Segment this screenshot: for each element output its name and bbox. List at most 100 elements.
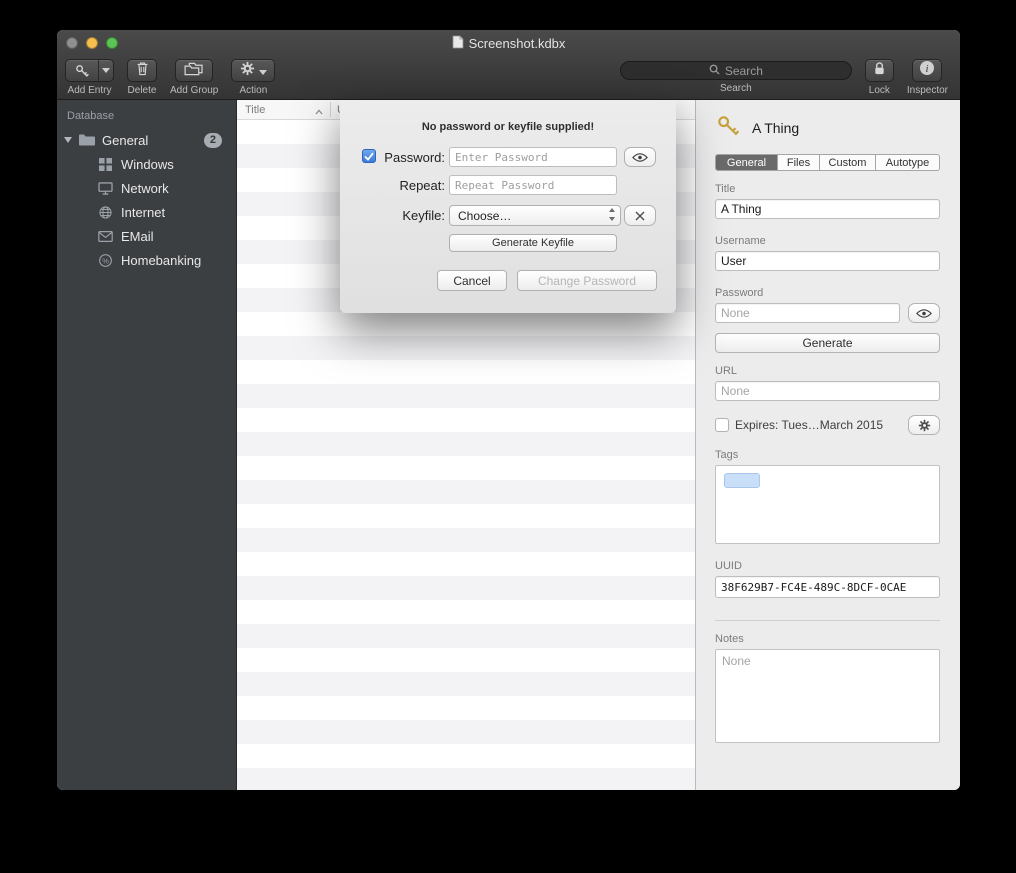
inspector-button[interactable]: i	[912, 59, 942, 82]
add-entry-label: Add Entry	[68, 85, 112, 96]
uuid-label: UUID	[715, 560, 940, 572]
gear-icon	[918, 419, 931, 432]
cancel-button[interactable]: Cancel	[437, 270, 507, 291]
notes-field[interactable]	[715, 649, 940, 743]
eye-icon	[916, 309, 932, 318]
search-input[interactable]: Search	[620, 61, 852, 80]
sidebar: Database General 2 Windows Network	[57, 100, 237, 790]
minimize-button[interactable]	[86, 37, 98, 49]
eye-icon	[632, 153, 648, 162]
sidebar-item-email[interactable]: EMail	[57, 224, 236, 248]
username-field[interactable]	[715, 251, 940, 271]
url-field[interactable]	[715, 381, 940, 401]
tags-label: Tags	[715, 449, 940, 461]
sidebar-item-label: Internet	[121, 205, 165, 220]
search-placeholder: Search	[725, 64, 763, 78]
folders-icon	[184, 61, 205, 81]
check-icon	[364, 152, 374, 161]
chevron-down-icon	[102, 68, 110, 73]
lock-label: Lock	[869, 85, 890, 96]
title-label: Title	[715, 183, 940, 195]
expires-settings-button[interactable]	[908, 415, 940, 435]
sheet-reveal-password-button[interactable]	[624, 147, 656, 167]
tab-autotype[interactable]: Autotype	[876, 155, 939, 170]
lock-icon	[873, 61, 886, 81]
internet-icon	[97, 205, 114, 220]
svg-text:%: %	[102, 256, 109, 265]
delete-button[interactable]	[127, 59, 157, 82]
close-button[interactable]	[66, 37, 78, 49]
clear-keyfile-button[interactable]	[624, 205, 656, 226]
toolbar-item-action: Action	[231, 59, 275, 96]
inspector-tabs: General Files Custom Autotype	[715, 154, 940, 171]
toolbar-item-lock: Lock	[865, 59, 894, 96]
password-field[interactable]	[715, 303, 900, 323]
toolbar-item-add-entry: Add Entry	[65, 59, 114, 96]
tags-field[interactable]	[715, 465, 940, 544]
sheet-password-label: Password:	[380, 150, 445, 165]
sidebar-item-homebanking[interactable]: % Homebanking	[57, 248, 236, 272]
toolbar: Add Entry Delete Add Group	[57, 56, 960, 100]
sidebar-item-network[interactable]: Network	[57, 176, 236, 200]
entry-count-badge: 2	[204, 133, 222, 148]
key-icon	[66, 63, 98, 79]
expires-row: Expires: Tues…March 2015	[715, 415, 940, 435]
tab-general[interactable]: General	[716, 155, 778, 170]
sort-ascending-icon	[315, 106, 323, 118]
trash-icon	[136, 61, 149, 81]
sheet-password-input[interactable]	[449, 147, 617, 167]
action-label: Action	[239, 85, 267, 96]
email-icon	[97, 229, 114, 244]
expires-checkbox[interactable]	[715, 418, 729, 432]
app-window: Screenshot.kdbx Add Entry	[57, 30, 960, 790]
sheet-keyfile-label: Keyfile:	[380, 208, 445, 223]
action-button[interactable]	[231, 59, 275, 82]
add-entry-dropdown[interactable]	[98, 60, 113, 81]
password-checkbox[interactable]	[362, 149, 376, 163]
sheet-message: No password or keyfile supplied!	[340, 121, 676, 133]
keyfile-popup-value: Choose…	[458, 209, 511, 223]
tab-files[interactable]: Files	[778, 155, 820, 170]
add-entry-button[interactable]	[65, 59, 114, 82]
search-icon	[709, 62, 720, 80]
chevron-down-icon	[259, 62, 267, 80]
tag-pill[interactable]	[724, 473, 760, 488]
sidebar-item-label: Homebanking	[121, 253, 201, 268]
gear-icon	[240, 61, 255, 81]
sidebar-item-label: Network	[121, 181, 169, 196]
url-label: URL	[715, 365, 940, 377]
search-label: Search	[720, 83, 752, 94]
inspector-panel: A Thing General Files Custom Autotype Ti…	[695, 100, 960, 790]
password-label: Password	[715, 287, 940, 299]
info-icon: i	[919, 60, 935, 81]
generate-keyfile-button[interactable]: Generate Keyfile	[449, 234, 617, 252]
uuid-field[interactable]	[715, 576, 940, 598]
entry-header: A Thing	[715, 113, 940, 143]
inspector-label: Inspector	[907, 85, 948, 96]
column-divider[interactable]	[330, 102, 331, 117]
reveal-password-button[interactable]	[908, 303, 940, 323]
desktop: { "window": { "title": "Screenshot.kdbx"…	[0, 0, 1016, 873]
sidebar-item-internet[interactable]: Internet	[57, 200, 236, 224]
close-x-icon	[635, 211, 645, 221]
sidebar-item-general[interactable]: General 2	[57, 128, 236, 152]
network-icon	[97, 181, 114, 196]
change-password-button[interactable]: Change Password	[517, 270, 657, 291]
column-header-title[interactable]: Title	[237, 104, 265, 116]
entry-title: A Thing	[752, 120, 799, 136]
title-field[interactable]	[715, 199, 940, 219]
key-icon	[715, 113, 741, 144]
homebanking-icon: %	[97, 253, 114, 268]
keyfile-popup[interactable]: Choose…	[449, 205, 621, 226]
sheet-repeat-label: Repeat:	[380, 178, 445, 193]
sidebar-item-windows[interactable]: Windows	[57, 152, 236, 176]
lock-button[interactable]	[865, 59, 894, 82]
sheet-repeat-input[interactable]	[449, 175, 617, 195]
sidebar-section-header: Database	[57, 108, 236, 128]
disclosure-triangle-icon[interactable]	[64, 137, 72, 143]
generate-password-button[interactable]: Generate	[715, 333, 940, 353]
add-group-label: Add Group	[170, 85, 218, 96]
tab-custom[interactable]: Custom	[820, 155, 876, 170]
zoom-button[interactable]	[106, 37, 118, 49]
add-group-button[interactable]	[175, 59, 213, 82]
